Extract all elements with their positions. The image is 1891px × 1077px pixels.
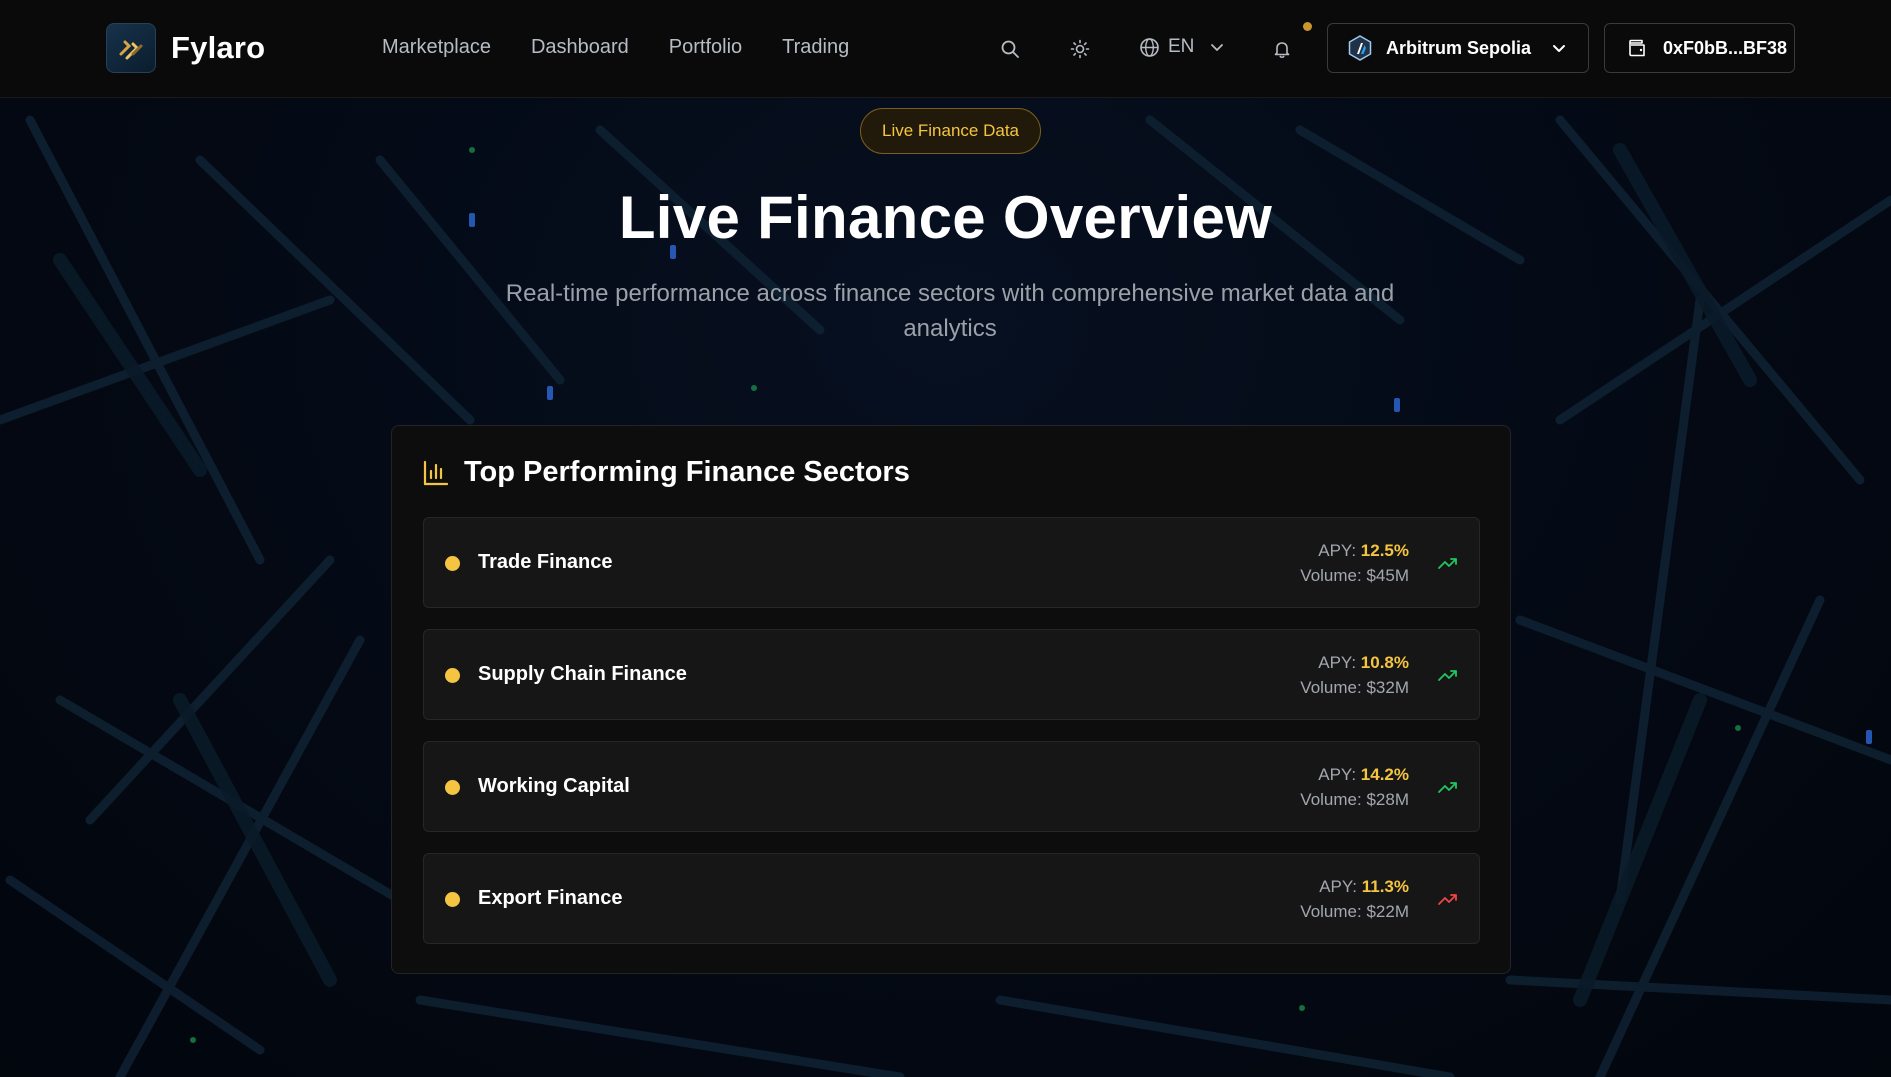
wallet-button[interactable]: 0xF0bB...BF38: [1604, 23, 1795, 73]
network-label: Arbitrum Sepolia: [1386, 37, 1532, 58]
volume-label: Volume:: [1300, 902, 1362, 921]
sector-row-trade-finance[interactable]: Trade Finance APY: 12.5% Volume: $45M: [423, 517, 1480, 608]
sector-name: Export Finance: [478, 887, 623, 909]
volume-label: Volume:: [1300, 678, 1362, 697]
sun-icon[interactable]: [1068, 37, 1092, 61]
live-data-badge: Live Finance Data: [860, 108, 1041, 154]
page: Fylaro Marketplace Dashboard Portfolio T…: [0, 0, 1891, 1077]
status-dot: [445, 892, 460, 907]
top-navbar: Fylaro Marketplace Dashboard Portfolio T…: [0, 0, 1891, 98]
apy-label: APY:: [1318, 653, 1357, 672]
status-dot: [445, 780, 460, 795]
apy-label: APY:: [1319, 877, 1357, 896]
status-dot: [445, 556, 460, 571]
volume-value: $45M: [1366, 566, 1409, 585]
chevron-down-icon: [1211, 44, 1224, 51]
sector-row-supply-chain-finance[interactable]: Supply Chain Finance APY: 10.8% Volume: …: [423, 629, 1480, 720]
logo-mark-icon: [119, 40, 143, 60]
brand-name[interactable]: Fylaro: [171, 30, 265, 66]
apy-value: 11.3%: [1361, 877, 1409, 896]
trending-up-icon: [1438, 670, 1457, 681]
page-title: Live Finance Overview: [618, 184, 1273, 251]
apy-label: APY:: [1318, 765, 1357, 784]
sector-stats: APY: 10.8% Volume: $32M: [1300, 650, 1409, 700]
chevron-down-icon: [1553, 45, 1565, 52]
bar-chart-icon: [423, 460, 448, 485]
notification-dot: [1303, 22, 1312, 31]
search-icon[interactable]: [998, 37, 1022, 61]
trending-up-icon: [1438, 558, 1457, 569]
apy-value: 14.2%: [1360, 765, 1409, 784]
fylaro-logo[interactable]: [106, 23, 156, 73]
trending-up-icon: [1438, 782, 1457, 793]
wallet-address: 0xF0bB...BF38: [1663, 37, 1788, 58]
apy-value: 12.5%: [1360, 541, 1409, 560]
top-sectors-card: Top Performing Finance Sectors Trade Fin…: [391, 425, 1511, 974]
volume-value: $22M: [1366, 902, 1409, 921]
page-subtitle: Real-time performance across finance sec…: [505, 280, 1395, 342]
language-label: EN: [1168, 36, 1195, 57]
sector-stats: APY: 12.5% Volume: $45M: [1300, 538, 1409, 588]
card-header: Top Performing Finance Sectors: [422, 456, 910, 489]
main-nav: Marketplace Dashboard Portfolio Trading: [382, 36, 889, 59]
apy-value: 10.8%: [1360, 653, 1409, 672]
sector-name: Trade Finance: [478, 551, 613, 573]
sector-row-working-capital[interactable]: Working Capital APY: 14.2% Volume: $28M: [423, 741, 1480, 832]
volume-value: $28M: [1366, 790, 1409, 809]
sector-name: Supply Chain Finance: [478, 663, 687, 685]
status-dot: [445, 668, 460, 683]
volume-label: Volume:: [1300, 566, 1362, 585]
language-selector[interactable]: EN: [1139, 36, 1224, 58]
apy-label: APY:: [1318, 541, 1357, 560]
sector-row-export-finance[interactable]: Export Finance APY: 11.3% Volume: $22M: [423, 853, 1480, 944]
sector-stats: APY: 14.2% Volume: $28M: [1300, 762, 1409, 812]
nav-trading[interactable]: Trading: [782, 36, 849, 59]
sector-stats: APY: 11.3% Volume: $22M: [1300, 874, 1409, 924]
nav-portfolio[interactable]: Portfolio: [669, 36, 742, 59]
card-title: Top Performing Finance Sectors: [464, 456, 910, 488]
network-selector-button[interactable]: Arbitrum Sepolia: [1327, 23, 1589, 73]
nav-marketplace[interactable]: Marketplace: [382, 36, 491, 59]
arbitrum-logo-icon: [1348, 35, 1372, 61]
volume-value: $32M: [1366, 678, 1409, 697]
nav-dashboard[interactable]: Dashboard: [531, 36, 629, 59]
bell-icon[interactable]: [1270, 37, 1294, 61]
trending-up-icon: [1438, 894, 1457, 905]
sector-name: Working Capital: [478, 775, 630, 797]
wallet-icon: [1629, 39, 1645, 57]
globe-icon: [1140, 37, 1159, 57]
volume-label: Volume:: [1300, 790, 1362, 809]
